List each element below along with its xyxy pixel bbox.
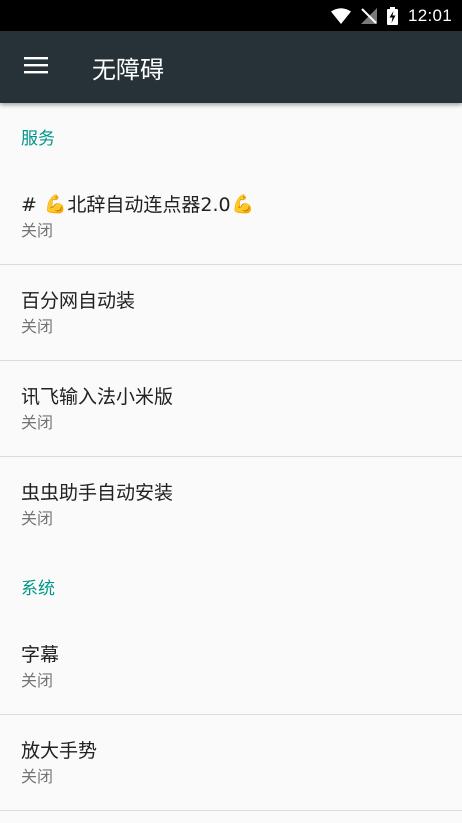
wifi-icon — [330, 7, 351, 24]
item-title-text: 北辞自动连点器2.0 — [67, 193, 231, 216]
list-item-captions[interactable]: 字幕 关闭 — [0, 619, 462, 715]
page-title: 无障碍 — [92, 55, 164, 84]
item-status: 关闭 — [21, 670, 54, 690]
status-bar: 12:01 — [0, 0, 462, 31]
list-item-magnification-gestures[interactable]: 放大手势 关闭 — [0, 715, 462, 811]
item-title-prefix: # — [21, 193, 43, 216]
menu-button[interactable] — [0, 31, 72, 103]
flexed-biceps-icon: 💪 — [231, 193, 255, 215]
section-header-services: 服务 — [21, 128, 55, 149]
item-title: 字幕 — [21, 643, 60, 666]
section-header-system: 系统 — [21, 578, 55, 599]
item-title: 放大手势 — [21, 739, 98, 762]
item-status: 关闭 — [21, 509, 54, 528]
list-item-baifenwang-autoinstall[interactable]: 百分网自动装 关闭 — [0, 265, 462, 361]
item-title: 虫虫助手自动安装 — [21, 482, 174, 504]
list-item-chongchong-autoinstall[interactable]: 虫虫助手自动安装 关闭 — [0, 457, 462, 553]
status-clock: 12:01 — [407, 5, 452, 25]
battery-charging-icon — [386, 6, 398, 25]
item-status: 关闭 — [21, 766, 54, 786]
hamburger-menu-icon — [24, 56, 48, 78]
no-signal-icon — [360, 7, 377, 24]
item-title: 讯飞输入法小米版 — [21, 385, 174, 408]
toolbar: 无障碍 — [0, 31, 462, 103]
flexed-biceps-icon: 💪 — [43, 193, 67, 215]
item-title: # 💪 北辞自动连点器2.0 💪 — [21, 192, 462, 218]
item-status: 关闭 — [21, 220, 54, 240]
list-item-xunfei-input-method[interactable]: 讯飞输入法小米版 关闭 — [0, 361, 462, 457]
item-status: 关闭 — [21, 316, 54, 336]
item-title: 百分网自动装 — [21, 289, 136, 312]
item-status: 关闭 — [21, 412, 54, 432]
list-item-beici-autoclicker[interactable]: # 💪 北辞自动连点器2.0 💪 关闭 — [0, 169, 462, 265]
settings-list: 服务 # 💪 北辞自动连点器2.0 💪 关闭 百分网自动装 关闭 讯飞输入法小米… — [0, 103, 462, 811]
